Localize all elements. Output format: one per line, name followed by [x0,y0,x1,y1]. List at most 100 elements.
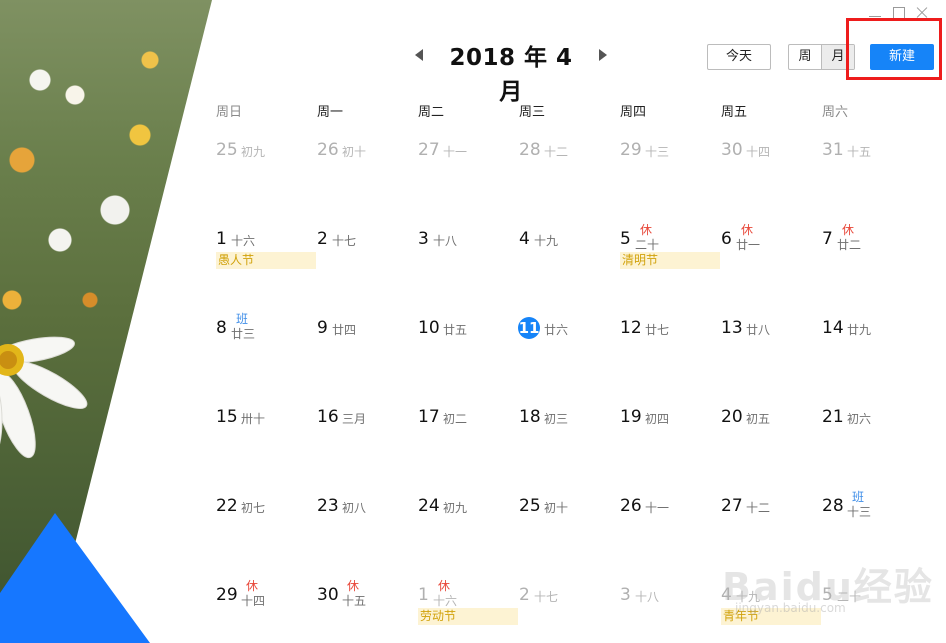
lunar-date: 卅十 [241,412,266,426]
day-cell[interactable]: 25 初十 [519,496,620,585]
day-cell[interactable]: 26 初十 [317,140,418,229]
lunar-date: 十二 [746,501,771,515]
day-cell[interactable]: 30 十四 [721,140,822,229]
day-cell[interactable]: 5 二十休清明节 [620,223,721,318]
holiday-label: 劳动节 [418,608,518,625]
lunar-date: 十七 [534,590,559,604]
day-number: 17 [418,407,440,427]
day-number: 26 [317,140,339,160]
day-cell[interactable]: 27 十一 [418,140,519,229]
prev-month-arrow-icon[interactable] [415,49,423,61]
daisy-flower-image [0,336,88,461]
day-cell[interactable]: 2 十七 [317,229,418,318]
day-cell[interactable]: 22 初七 [216,496,317,585]
day-number: 30 [317,585,339,605]
lunar-date: 廿八 [746,323,771,337]
lunar-date: 初四 [645,412,670,426]
holiday-rest-badge: 休 [842,223,855,237]
day-cell[interactable]: 17 初二 [418,407,519,496]
lunar-date: 十五 [847,145,872,159]
day-cell[interactable]: 1 十六休劳动节 [418,579,519,643]
day-cell[interactable]: 29 十四休 [216,579,317,643]
day-number: 15 [216,407,238,427]
workday-badge: 班 [852,490,865,504]
day-number: 13 [721,318,743,338]
day-cell[interactable]: 2 十七 [519,585,620,643]
day-number: 18 [519,407,541,427]
day-cell[interactable]: 30 十五休 [317,579,418,643]
day-number: 1 [418,585,429,605]
day-number: 23 [317,496,339,516]
day-number: 8 [216,318,227,338]
lunar-date: 廿九 [847,323,872,337]
day-cell[interactable]: 28 十二 [519,140,620,229]
day-cell[interactable]: 31 十五 [822,140,923,229]
next-month-arrow-icon[interactable] [599,49,607,61]
day-cell[interactable]: 12 廿七 [620,318,721,407]
day-cell[interactable]: 10 廿五 [418,318,519,407]
lunar-date: 十九 [534,234,559,248]
day-cell[interactable]: 14 廿九 [822,318,923,407]
month-title: 2018 年 4 月 [449,45,573,105]
weekday-label: 周日 [216,105,243,120]
day-cell[interactable]: 3 十八 [418,229,519,318]
holiday-rest-badge: 休 [438,579,451,593]
weekday-label: 周四 [620,105,647,120]
day-number: 20 [721,407,743,427]
day-number: 30 [721,140,743,160]
calendar-window: 2018 年 4 月 今天 周 月 新建 周日 周一 周二 周三 周四 周五 周六 25 初九… [0,0,946,643]
day-number: 21 [822,407,844,427]
lunar-date: 初五 [746,412,771,426]
day-number: 28 [822,496,844,516]
day-cell[interactable]: 3 十八 [620,585,721,643]
lunar-date: 十七 [332,234,357,248]
lunar-date: 初十 [544,501,569,515]
day-cell[interactable]: 23 初八 [317,496,418,585]
holiday-label: 清明节 [620,252,720,269]
day-cell[interactable]: 21 初六 [822,407,923,496]
lunar-date: 廿二 [837,238,862,252]
lunar-date: 廿五 [443,323,468,337]
day-cell[interactable]: 24 初九 [418,496,519,585]
day-number: 28 [519,140,541,160]
day-number: 25 [519,496,541,516]
lunar-date: 初九 [443,501,468,515]
day-number: 27 [721,496,743,516]
day-cell[interactable]: 1 十六 愚人节 [216,229,317,318]
lunar-date: 十四 [746,145,771,159]
day-number: 2 [519,585,530,605]
day-number: 12 [620,318,642,338]
week-view-button[interactable]: 周 [789,45,822,69]
day-cell[interactable]: 29 十三 [620,140,721,229]
lunar-date: 十八 [433,234,458,248]
day-cell[interactable]: 15 卅十 [216,407,317,496]
day-cell[interactable]: 26 十一 [620,496,721,585]
day-cell[interactable]: 11 廿六 [518,317,620,407]
day-number: 9 [317,318,328,338]
day-cell[interactable]: 8 廿三班 [216,312,317,407]
weekday-label: 周三 [519,105,546,120]
day-cell[interactable]: 20 初五 [721,407,822,496]
day-number: 25 [216,140,238,160]
workday-badge: 班 [236,312,249,326]
day-cell[interactable]: 7 廿二休 [822,223,923,318]
day-cell[interactable]: 19 初四 [620,407,721,496]
lunar-date: 十八 [635,590,660,604]
day-cell[interactable]: 16 三月 [317,407,418,496]
weekday-label: 周二 [418,105,445,120]
day-cell[interactable]: 4 十九 [519,229,620,318]
day-cell[interactable]: 6 廿一休 [721,223,822,318]
holiday-rest-badge: 休 [246,579,259,593]
lunar-date: 十六 [433,594,458,608]
lunar-date: 初八 [342,501,367,515]
day-cell[interactable]: 9 廿四 [317,318,418,407]
day-cell[interactable]: 13 廿八 [721,318,822,407]
day-number: 16 [317,407,339,427]
day-cell[interactable]: 18 初三 [519,407,620,496]
day-number: 29 [216,585,238,605]
today-button[interactable]: 今天 [707,44,771,70]
day-cell[interactable]: 25 初九 [216,140,317,229]
lunar-date: 十一 [645,501,670,515]
day-number: 10 [418,318,440,338]
holiday-rest-badge: 休 [741,223,754,237]
